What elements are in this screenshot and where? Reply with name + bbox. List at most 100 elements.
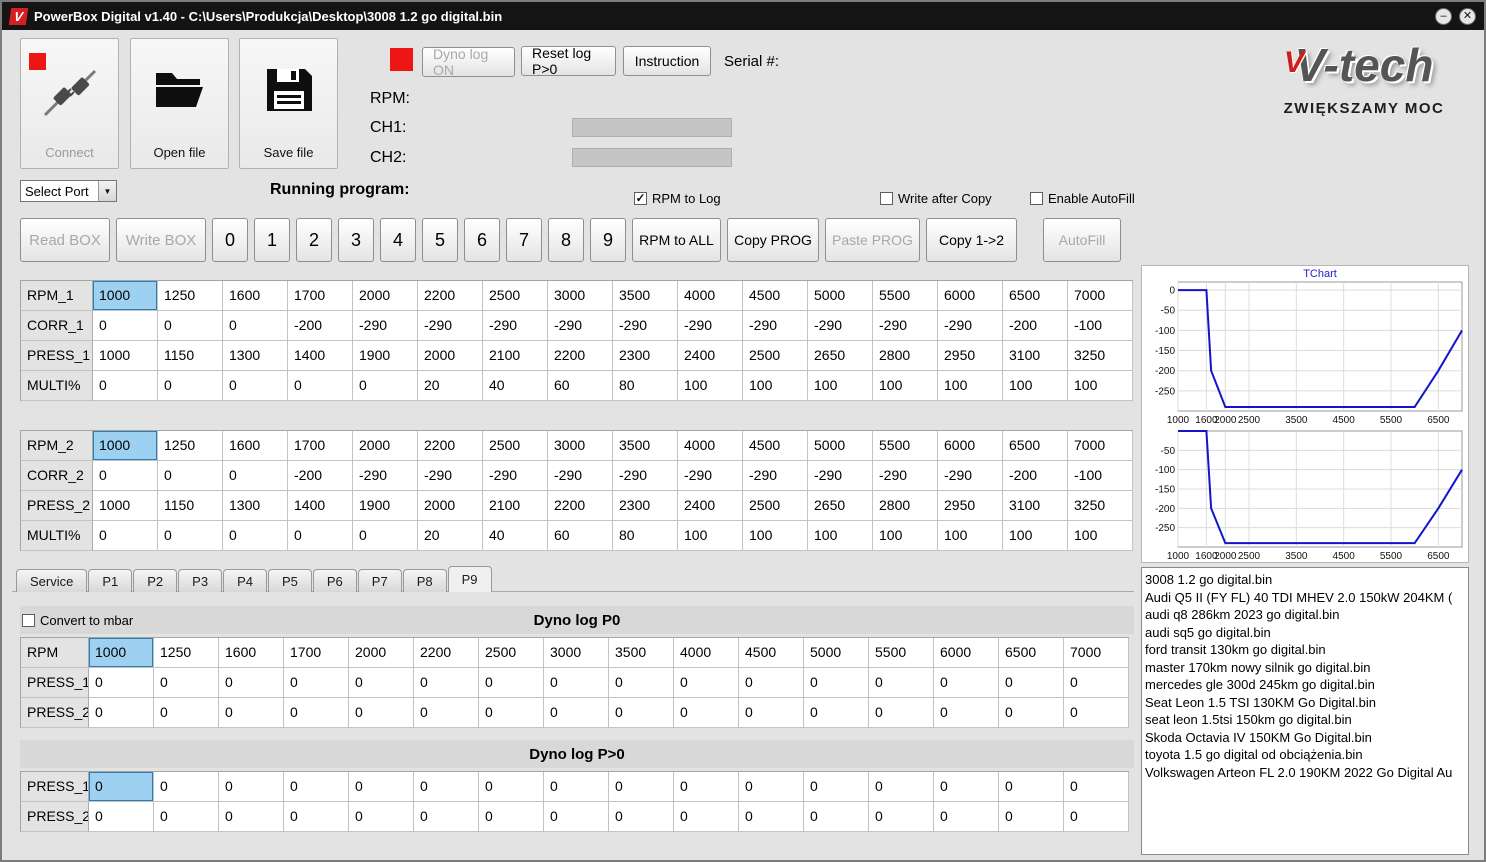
table-cell[interactable]: 0 (609, 772, 674, 802)
table-cell[interactable]: 1900 (353, 341, 418, 371)
tab-p3[interactable]: P3 (178, 569, 223, 592)
digit-button-8[interactable]: 8 (548, 218, 584, 262)
table-cell[interactable]: -290 (418, 311, 483, 341)
table-cell[interactable]: -290 (873, 461, 938, 491)
table-cell[interactable]: 0 (934, 668, 999, 698)
table-cell[interactable]: 5500 (873, 281, 938, 311)
table-cell[interactable]: 0 (219, 772, 284, 802)
table-cell[interactable]: 0 (739, 668, 804, 698)
table-cell[interactable]: 2000 (353, 281, 418, 311)
digit-button-9[interactable]: 9 (590, 218, 626, 262)
table-cell[interactable]: -290 (938, 311, 1003, 341)
table-cell[interactable]: 0 (349, 668, 414, 698)
table-cell[interactable]: 100 (808, 371, 873, 401)
select-port-dropdown[interactable]: Select Port ▼ (20, 180, 117, 202)
read-box-button[interactable]: Read BOX (20, 218, 110, 262)
table-cell[interactable]: 1000 (93, 491, 158, 521)
table-cell[interactable]: 0 (999, 802, 1064, 832)
table-cell[interactable]: 0 (869, 772, 934, 802)
table-cell[interactable]: 0 (93, 461, 158, 491)
table-cell[interactable]: 0 (158, 461, 223, 491)
tab-p8[interactable]: P8 (402, 569, 447, 592)
table-cell[interactable]: 7000 (1064, 638, 1129, 668)
table-cell[interactable]: 0 (414, 772, 479, 802)
table-cell[interactable]: 100 (678, 371, 743, 401)
table-cell[interactable]: 0 (609, 698, 674, 728)
table-cell[interactable]: -290 (678, 311, 743, 341)
table-cell[interactable]: 0 (158, 311, 223, 341)
table-cell[interactable]: 2650 (808, 341, 873, 371)
tab-service[interactable]: Service (16, 569, 88, 592)
table-cell[interactable]: 0 (219, 668, 284, 698)
table-cell[interactable]: 0 (223, 371, 288, 401)
write-box-button[interactable]: Write BOX (116, 218, 206, 262)
reset-log-button[interactable]: Reset log P>0 (521, 45, 616, 77)
file-item[interactable]: seat leon 1.5tsi 150km go digital.bin (1145, 711, 1468, 729)
table-cell[interactable]: 0 (1064, 772, 1129, 802)
instruction-button[interactable]: Instruction (623, 46, 711, 76)
write-after-copy-checkbox[interactable]: Write after Copy (880, 191, 992, 206)
file-item[interactable]: Skoda Octavia IV 150KM Go Digital.bin (1145, 729, 1468, 747)
close-button[interactable]: ✕ (1459, 7, 1476, 25)
table-cell[interactable]: 0 (89, 668, 154, 698)
open-file-button[interactable]: Open file (130, 38, 229, 169)
table-cell[interactable]: 1000 (93, 341, 158, 371)
tab-p4[interactable]: P4 (223, 569, 267, 592)
table-cell[interactable]: 0 (154, 802, 219, 832)
table-cell[interactable]: 0 (89, 698, 154, 728)
table-cell[interactable]: 3500 (613, 431, 678, 461)
table-cell[interactable]: 2300 (613, 491, 678, 521)
table-cell[interactable]: 0 (1064, 668, 1129, 698)
table-cell[interactable]: 0 (479, 772, 544, 802)
table-cell[interactable]: 0 (93, 521, 158, 551)
table-cell[interactable]: 0 (804, 772, 869, 802)
table-cell[interactable]: 1150 (158, 341, 223, 371)
table-cell[interactable]: 100 (743, 521, 808, 551)
table-cell[interactable]: 0 (609, 802, 674, 832)
table-cell[interactable]: 0 (1064, 802, 1129, 832)
table-cell[interactable]: 1250 (158, 281, 223, 311)
table-cell[interactable]: 2800 (873, 341, 938, 371)
table-cell[interactable]: 1250 (154, 638, 219, 668)
table-cell[interactable]: 0 (223, 521, 288, 551)
table-cell[interactable]: 0 (414, 698, 479, 728)
table-cell[interactable]: 0 (219, 802, 284, 832)
table-cell[interactable]: 4500 (743, 281, 808, 311)
table-cell[interactable]: 80 (613, 371, 678, 401)
table-cell[interactable]: 0 (739, 772, 804, 802)
table-cell[interactable]: 3500 (613, 281, 678, 311)
table-cell[interactable]: 0 (154, 698, 219, 728)
table-cell[interactable]: 80 (613, 521, 678, 551)
table-cell[interactable]: 4500 (739, 638, 804, 668)
dyno-log-on-button[interactable]: Dyno log ON (422, 46, 515, 78)
table-cell[interactable]: 20 (418, 521, 483, 551)
table-cell[interactable]: 0 (154, 772, 219, 802)
table-cell[interactable]: 0 (479, 802, 544, 832)
digit-button-4[interactable]: 4 (380, 218, 416, 262)
table-cell[interactable]: 0 (288, 371, 353, 401)
table-cell[interactable]: 0 (934, 698, 999, 728)
table-cell[interactable]: 2000 (418, 341, 483, 371)
table-cell[interactable]: 1150 (158, 491, 223, 521)
table-cell[interactable]: 0 (223, 311, 288, 341)
table-cell[interactable]: 2500 (743, 341, 808, 371)
table-cell[interactable]: 0 (869, 698, 934, 728)
file-item[interactable]: mercedes gle 300d 245km go digital.bin (1145, 676, 1468, 694)
table-cell[interactable]: 4000 (674, 638, 739, 668)
table-cell[interactable]: -200 (1003, 311, 1068, 341)
table-cell[interactable]: 2500 (483, 281, 548, 311)
table-cell[interactable]: 0 (999, 698, 1064, 728)
table-cell[interactable]: 0 (674, 772, 739, 802)
table-cell[interactable]: 2650 (808, 491, 873, 521)
tab-p7[interactable]: P7 (357, 569, 402, 592)
table-cell[interactable]: 1000 (93, 281, 158, 311)
table-cell[interactable]: 0 (89, 772, 154, 802)
table-cell[interactable]: 0 (479, 668, 544, 698)
table-cell[interactable]: -100 (1068, 461, 1133, 491)
table-cell[interactable]: 6000 (938, 281, 1003, 311)
table-cell[interactable]: 1700 (284, 638, 349, 668)
table-cell[interactable]: 0 (353, 371, 418, 401)
table-cell[interactable]: 0 (219, 698, 284, 728)
autofill-button[interactable]: AutoFill (1043, 218, 1121, 262)
table-cell[interactable]: 20 (418, 371, 483, 401)
